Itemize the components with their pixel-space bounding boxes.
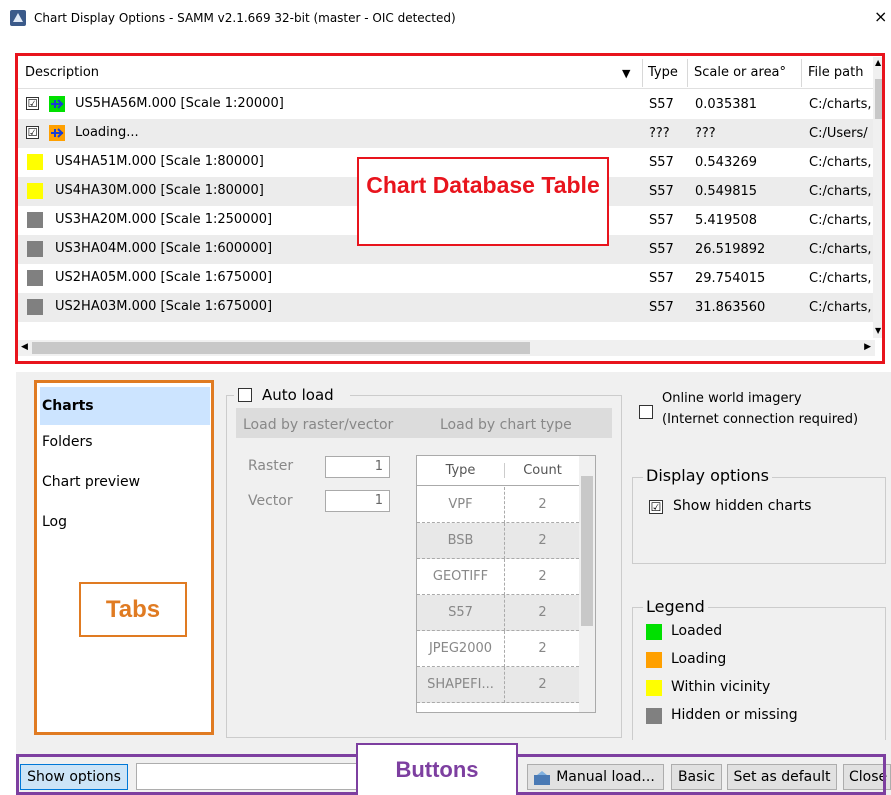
raster-count-input[interactable]: 1: [325, 456, 390, 478]
count-table-header: Type Count: [417, 456, 579, 486]
app-icon: [10, 10, 26, 26]
legend-label: Loaded: [671, 623, 723, 639]
close-window-icon[interactable]: ×: [874, 7, 887, 26]
count-row[interactable]: SHAPEFI... 2: [417, 667, 579, 703]
tabs-annotation-label: Tabs: [105, 596, 161, 623]
show-hidden-checkbox[interactable]: ☑: [649, 500, 663, 514]
window-title: Chart Display Options - SAMM v2.1.669 32…: [34, 11, 456, 25]
auto-load-label: Auto load: [262, 386, 334, 404]
vector-label: Vector: [248, 493, 293, 509]
vector-count-input[interactable]: 1: [325, 490, 390, 512]
auto-load-checkbox[interactable]: [238, 388, 252, 402]
legend-swatch: [646, 680, 662, 696]
legend-label: Loading: [671, 651, 727, 667]
count-cell-count: 2: [504, 559, 580, 595]
legend-label: Hidden or missing: [671, 707, 798, 723]
count-row[interactable]: GEOTIFF 2: [417, 559, 579, 595]
raster-label: Raster: [248, 458, 294, 474]
count-cell-count: 2: [504, 487, 580, 523]
show-hidden-label: Show hidden charts: [673, 498, 812, 514]
count-row[interactable]: VPF 2: [417, 487, 579, 523]
legend-swatch: [646, 624, 662, 640]
display-options-group: [632, 477, 886, 564]
online-imagery-checkbox[interactable]: [639, 405, 653, 419]
online-imagery-note: (Internet connection required): [662, 412, 859, 427]
load-by-type-tab[interactable]: Load by chart type: [440, 417, 572, 433]
buttons-annotation-callout: Buttons: [356, 743, 518, 795]
count-cell-count: 2: [504, 523, 580, 559]
count-cell-type: VPF: [448, 497, 473, 512]
count-cell-type: SHAPEFI...: [427, 677, 494, 692]
table-annotation-callout: Chart Database Table: [357, 157, 609, 246]
online-imagery-label: Online world imagery: [662, 391, 802, 406]
count-cell-type: JPEG2000: [428, 641, 493, 656]
tabs-annotation-box: [34, 380, 214, 735]
legend-swatch: [646, 652, 662, 668]
count-row[interactable]: JPEG2000 2: [417, 631, 579, 667]
count-cell-count: 2: [504, 631, 580, 667]
count-row[interactable]: S57 2: [417, 595, 579, 631]
count-count-header[interactable]: Count: [504, 463, 580, 478]
legend-swatch: [646, 708, 662, 724]
legend-label: Within vicinity: [671, 679, 771, 695]
display-options-title: Display options: [643, 466, 772, 485]
table-annotation-label: Chart Database Table: [366, 172, 600, 198]
count-cell-type: S57: [448, 605, 473, 620]
count-cell-type: GEOTIFF: [432, 569, 489, 584]
count-type-header[interactable]: Type: [417, 463, 504, 478]
count-scroll-thumb[interactable]: [581, 476, 593, 626]
count-cell-count: 2: [504, 595, 580, 631]
buttons-annotation-label: Buttons: [395, 757, 479, 782]
load-by-raster-tab[interactable]: Load by raster/vector: [243, 417, 393, 433]
tabs-annotation-callout: Tabs: [79, 582, 187, 637]
legend-title: Legend: [643, 597, 708, 616]
count-row[interactable]: BSB 2: [417, 523, 579, 559]
count-cell-count: 2: [504, 667, 580, 703]
count-cell-type: BSB: [447, 533, 474, 548]
